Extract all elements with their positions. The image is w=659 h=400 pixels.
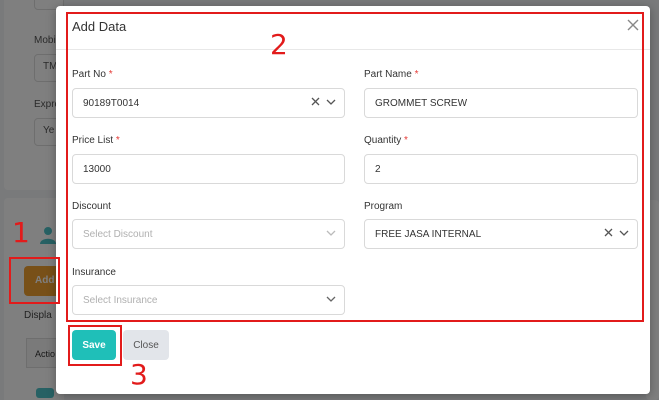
- close-button[interactable]: Close: [123, 330, 169, 360]
- annotation-box-1: [9, 257, 60, 304]
- annotation-box-2: [66, 12, 644, 322]
- annotation-number-3: 3: [130, 358, 148, 391]
- annotation-number-2: 2: [270, 28, 288, 61]
- annotation-box-3: [68, 325, 122, 366]
- annotation-number-1: 1: [12, 216, 30, 249]
